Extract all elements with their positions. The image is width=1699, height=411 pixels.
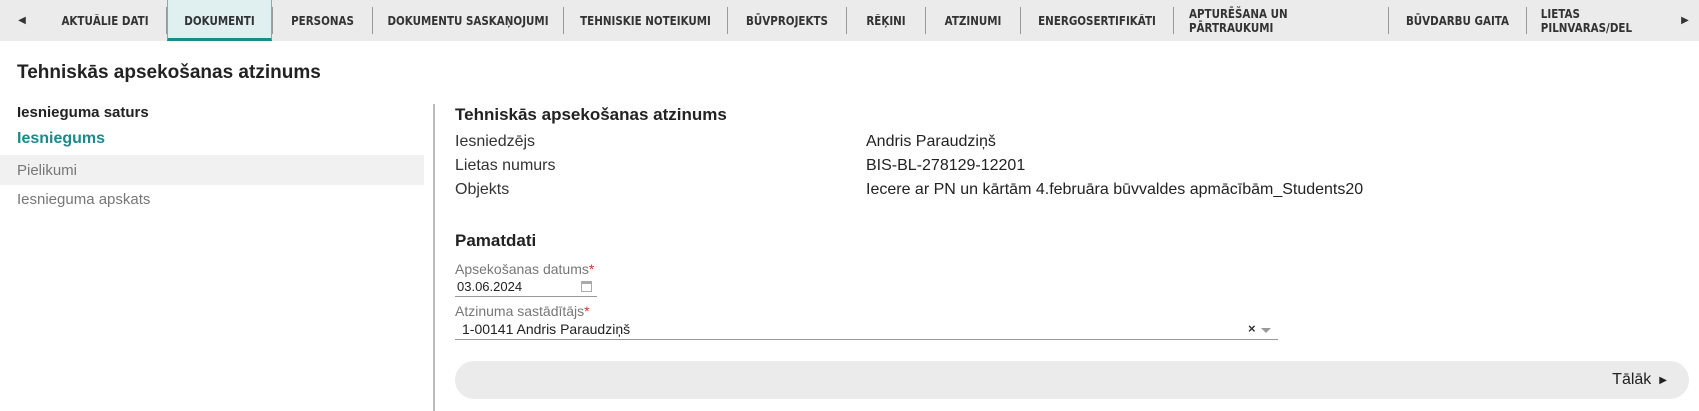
tab-divider — [1020, 7, 1021, 34]
author-label: Atzinuma sastādītājs* — [455, 303, 590, 319]
inspection-date-label-text: Apsekošanas datums — [455, 261, 589, 277]
nav-heading: Iesnieguma saturs — [17, 104, 149, 121]
footer-action-bar: Tālāk ▶ — [455, 361, 1689, 399]
case-number-label: Lietas numurs — [455, 157, 556, 174]
author-select[interactable]: 1-00141 Andris Paraudziņš — [455, 318, 1278, 340]
tab-aktualie-dati[interactable]: AKTUĀLIE DATI — [53, 0, 158, 41]
tab-divider — [1173, 7, 1174, 34]
next-button[interactable]: Tālāk ▶ — [1612, 361, 1667, 399]
object-label: Objekts — [455, 181, 510, 198]
author-label-text: Atzinuma sastādītājs — [455, 303, 585, 319]
object-value: Iecere ar PN un kārtām 4.februāra būvval… — [866, 181, 1364, 198]
chevron-down-icon[interactable] — [1261, 328, 1271, 333]
inspection-date-input[interactable] — [455, 277, 597, 297]
page-title: Tehniskās apsekošanas atzinums — [17, 62, 321, 83]
tab-bar: ◀ AKTUĀLIE DATI DOKUMENTI PERSONAS DOKUM… — [0, 0, 1699, 41]
next-button-label: Tālāk — [1612, 371, 1652, 388]
nav-item-pielikumi[interactable]: Pielikumi — [0, 155, 424, 185]
tab-buvprojekts[interactable]: BŪVPROJEKTS — [736, 0, 837, 41]
tab-tehniskie-noteikumi[interactable]: TEHNISKIE NOTEIKUMI — [575, 0, 715, 41]
tab-buvdarbu-gaita[interactable]: BŪVDARBU GAITA — [1399, 0, 1517, 41]
summary-title: Tehniskās apsekošanas atzinums — [455, 105, 727, 124]
caret-right-icon: ▶ — [1659, 374, 1667, 386]
case-number-value: BIS-BL-278129-12201 — [866, 157, 1026, 174]
tab-divider — [563, 7, 564, 34]
tab-divider — [372, 7, 373, 34]
tab-personas[interactable]: PERSONAS — [280, 0, 365, 41]
vertical-divider — [433, 104, 435, 411]
tab-apturesana-un-partraukumi[interactable]: APTURĒŠANA UN PĀRTRAUKUMI — [1189, 0, 1373, 41]
tab-rekini[interactable]: RĒĶINI — [852, 0, 919, 41]
tab-scroll-right-icon[interactable]: ▶ — [1668, 0, 1699, 41]
tab-divider — [272, 7, 273, 34]
tab-divider — [846, 7, 847, 34]
clear-icon[interactable]: × — [1248, 321, 1256, 336]
tab-divider — [727, 7, 728, 34]
tab-lietas-pilnvaras[interactable]: LIETAS PILNVARAS/DEL — [1537, 0, 1664, 41]
tab-atzinumi[interactable]: ATZINUMI — [933, 0, 1014, 41]
form-section-title: Pamatdati — [455, 231, 537, 250]
nav-item-iesniegums[interactable]: Iesniegums — [0, 124, 424, 154]
tab-scroll-left-icon[interactable]: ◀ — [5, 0, 39, 41]
applicant-value: Andris Paraudziņš — [866, 133, 996, 150]
calendar-icon[interactable] — [581, 281, 592, 292]
tab-energosertifikati[interactable]: ENERGOSERTIFIKĀTI — [1032, 0, 1163, 41]
tab-divider — [166, 7, 167, 34]
tab-divider — [925, 7, 926, 34]
applicant-label: Iesniedzējs — [455, 133, 536, 150]
required-mark: * — [588, 261, 595, 277]
inspection-date-label: Apsekošanas datums* — [455, 261, 594, 277]
required-mark: * — [584, 303, 590, 319]
nav-item-iesnieguma-apskats[interactable]: Iesnieguma apskats — [0, 184, 424, 214]
tab-divider — [1526, 7, 1527, 34]
tab-divider — [1388, 7, 1389, 34]
tab-dokumentu-saskanojumi[interactable]: DOKUMENTU SASKAŅOJUMI — [386, 0, 549, 41]
tab-dokumenti[interactable]: DOKUMENTI — [174, 0, 264, 41]
